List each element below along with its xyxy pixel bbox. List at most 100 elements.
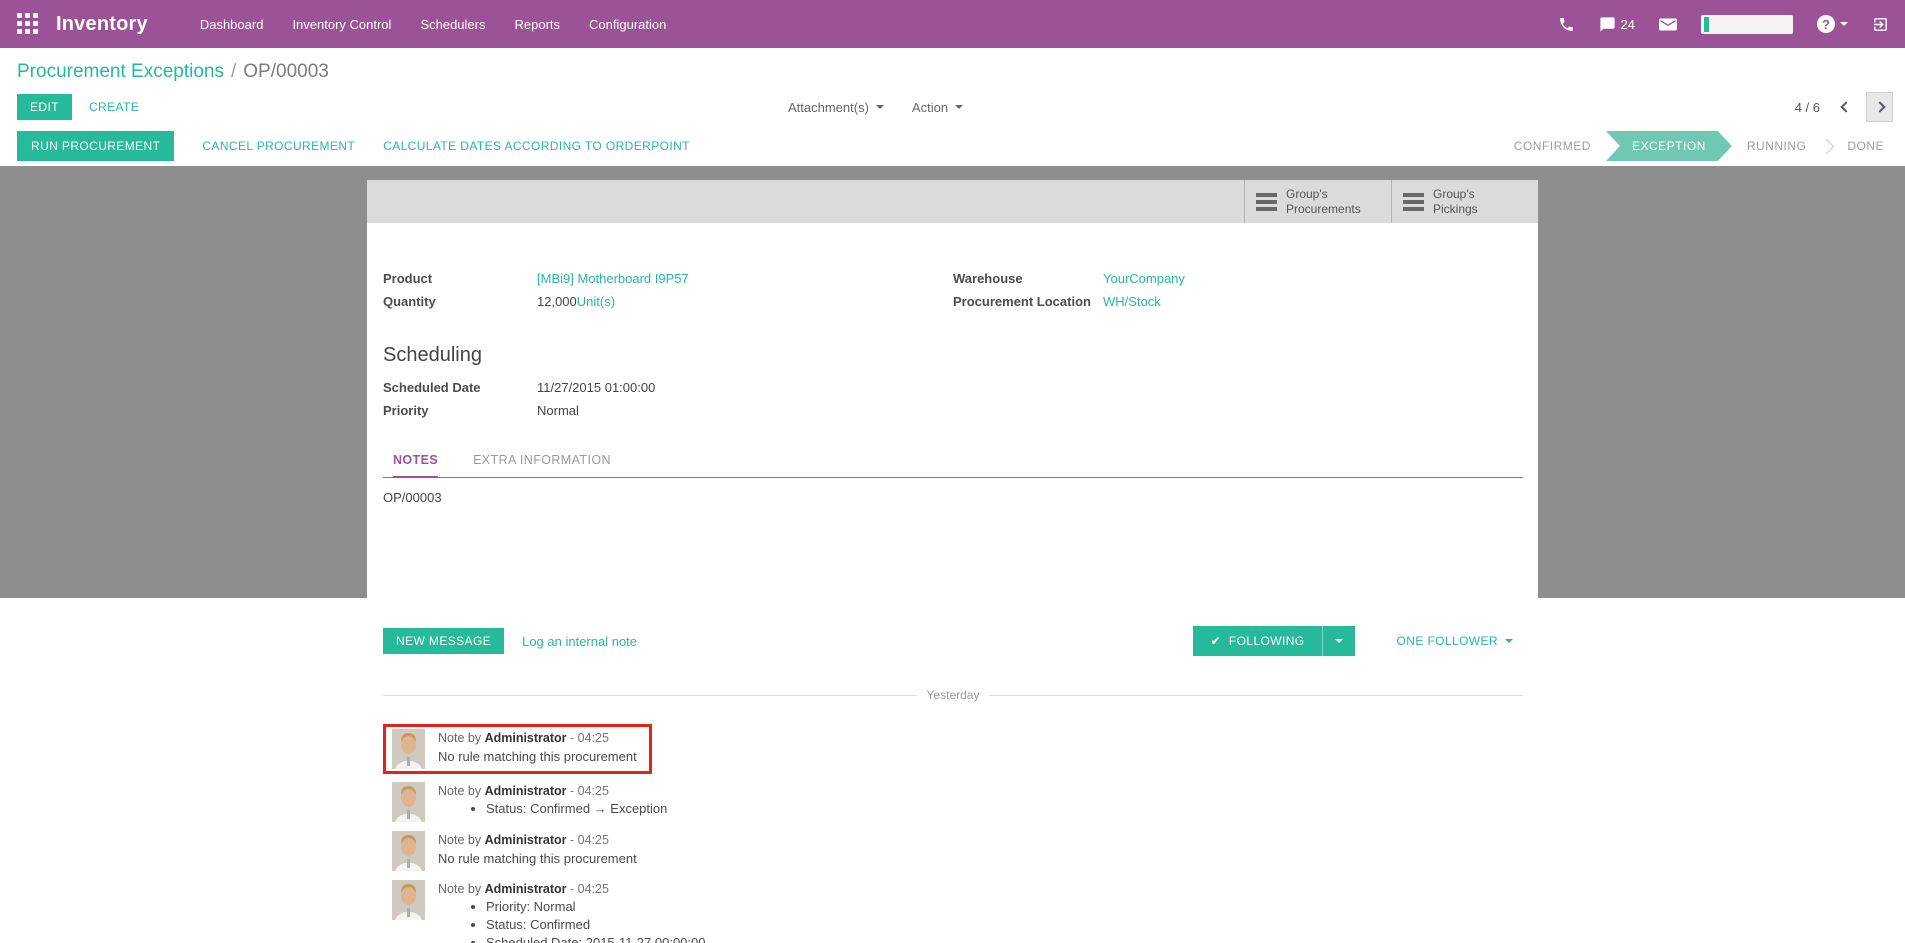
procurement-location-label: Procurement Location xyxy=(953,294,1103,309)
date-divider-label: Yesterday xyxy=(917,688,990,702)
menu-item-reports[interactable]: Reports xyxy=(514,17,560,32)
breadcrumb-separator: / xyxy=(231,61,236,82)
field-priority: Priority Normal xyxy=(383,403,1523,418)
date-divider: Yesterday xyxy=(383,688,1523,702)
menu-item-schedulers[interactable]: Schedulers xyxy=(420,17,485,32)
menu-item-configuration[interactable]: Configuration xyxy=(589,17,666,32)
pager-next-button[interactable] xyxy=(1866,92,1893,122)
note-prefix: Note by xyxy=(438,882,481,896)
right-field-group: Warehouse YourCompany Procurement Locati… xyxy=(953,271,1523,317)
create-button[interactable]: CREATE xyxy=(89,100,139,114)
priority-label: Priority xyxy=(383,403,537,418)
button-label-line2: Procurements xyxy=(1286,202,1361,216)
help-menu[interactable]: ? xyxy=(1817,15,1848,33)
following-button[interactable]: ✔ FOLLOWING xyxy=(1193,626,1354,656)
chat-bubble-icon xyxy=(1599,16,1616,33)
breadcrumb-current: OP/00003 xyxy=(243,61,329,82)
uom-value-link[interactable]: Unit(s) xyxy=(577,294,615,309)
notes-content: OP/00003 xyxy=(383,478,1523,505)
followers-label: ONE FOLLOWER xyxy=(1397,634,1498,648)
tracking-value: Priority: Normal xyxy=(486,899,705,914)
message-author[interactable]: Administrator xyxy=(485,833,567,847)
message: Note by Administrator - 04:25 Status: Co… xyxy=(392,782,1523,822)
edit-button[interactable]: EDIT xyxy=(17,94,72,120)
phone-icon[interactable] xyxy=(1558,16,1575,33)
chatter: NEW MESSAGE Log an internal note ✔ FOLLO… xyxy=(383,598,1523,943)
product-value-link[interactable]: [MBi9] Motherboard I9P57 xyxy=(537,271,689,286)
new-message-button[interactable]: NEW MESSAGE xyxy=(383,628,504,654)
tab-extra-information[interactable]: EXTRA INFORMATION xyxy=(473,453,611,477)
notebook-tabs: NOTES EXTRA INFORMATION xyxy=(383,453,1523,478)
avatar xyxy=(392,831,425,871)
tab-notes[interactable]: NOTES xyxy=(393,453,438,478)
avatar xyxy=(392,880,425,920)
message-time: - 04:25 xyxy=(570,833,609,847)
following-dropdown-toggle[interactable] xyxy=(1322,626,1355,656)
status-step-running[interactable]: RUNNING xyxy=(1734,139,1820,153)
top-navbar: Inventory Dashboard Inventory Control Sc… xyxy=(0,0,1905,48)
quantity-value: 12,000 xyxy=(537,294,577,309)
log-internal-note-link[interactable]: Log an internal note xyxy=(522,634,637,649)
status-step-confirmed[interactable]: CONFIRMED xyxy=(1501,139,1604,153)
scheduling-section-title: Scheduling xyxy=(383,344,1523,367)
form-buttons-row: RUN PROCUREMENT CANCEL PROCUREMENT CALCU… xyxy=(0,126,1905,166)
status-step-done[interactable]: DONE xyxy=(1834,139,1897,153)
messages-count: 24 xyxy=(1621,17,1635,32)
message-author[interactable]: Administrator xyxy=(485,882,567,896)
chevron-down-icon xyxy=(1335,639,1343,643)
field-procurement-location: Procurement Location WH/Stock xyxy=(953,294,1523,309)
message-author[interactable]: Administrator xyxy=(485,784,567,798)
mail-icon[interactable] xyxy=(1659,17,1677,32)
tracking-value: Scheduled Date: 2015-11-27 00:00:00 xyxy=(486,935,705,943)
user-menu[interactable] xyxy=(1701,15,1793,34)
messages-counter[interactable]: 24 xyxy=(1599,16,1635,33)
scheduled-date-value: 11/27/2015 01:00:00 xyxy=(537,380,655,395)
breadcrumb-parent[interactable]: Procurement Exceptions xyxy=(17,61,224,82)
logout-icon[interactable] xyxy=(1872,16,1889,33)
message-highlighted: Note by Administrator - 04:25 No rule ma… xyxy=(383,724,652,774)
action-dropdown[interactable]: Action xyxy=(912,100,963,115)
pager-previous-button[interactable] xyxy=(1836,92,1856,122)
list-icon xyxy=(1403,193,1424,211)
message-time: - 04:25 xyxy=(570,731,609,745)
menu-item-dashboard[interactable]: Dashboard xyxy=(200,17,264,32)
chevron-left-icon xyxy=(1840,101,1851,112)
button-label-line2: Pickings xyxy=(1433,202,1478,216)
avatar xyxy=(392,729,425,769)
procurement-location-value-link[interactable]: WH/Stock xyxy=(1103,294,1161,309)
attachments-dropdown[interactable]: Attachment(s) xyxy=(788,100,884,115)
chevron-separator-icon xyxy=(1819,138,1835,154)
field-scheduled-date: Scheduled Date 11/27/2015 01:00:00 xyxy=(383,380,1523,395)
status-step-exception-active[interactable]: EXCEPTION xyxy=(1606,131,1732,161)
followers-dropdown[interactable]: ONE FOLLOWER xyxy=(1397,634,1513,648)
form-sheet: Group's Procurements Group's Pickings Pr… xyxy=(367,180,1538,598)
control-panel: EDIT CREATE Attachment(s) Action 4 / 6 xyxy=(0,88,1905,126)
product-label: Product xyxy=(383,271,537,286)
apps-menu-icon[interactable] xyxy=(17,13,39,35)
button-label-line1: Group's xyxy=(1433,187,1475,201)
message: Note by Administrator - 04:25 Priority: … xyxy=(392,880,1523,943)
note-prefix: Note by xyxy=(438,833,481,847)
run-procurement-button[interactable]: RUN PROCUREMENT xyxy=(17,131,174,161)
cancel-procurement-button[interactable]: CANCEL PROCUREMENT xyxy=(188,131,355,161)
note-prefix: Note by xyxy=(438,784,481,798)
message: Note by Administrator - 04:25 No rule ma… xyxy=(392,831,1523,871)
warehouse-value-link[interactable]: YourCompany xyxy=(1103,271,1185,286)
check-icon: ✔ xyxy=(1210,634,1220,648)
field-product: Product [MBi9] Motherboard I9P57 xyxy=(383,271,953,286)
tracking-value: Status: Confirmed → Exception xyxy=(486,801,667,816)
calculate-dates-button[interactable]: CALCULATE DATES ACCORDING TO ORDERPOINT xyxy=(369,131,690,161)
priority-value: Normal xyxy=(537,403,579,418)
message-time: - 04:25 xyxy=(570,784,609,798)
chevron-down-icon xyxy=(1505,639,1513,643)
action-label: Action xyxy=(912,100,948,115)
warehouse-label: Warehouse xyxy=(953,271,1103,286)
form-view-background: Group's Procurements Group's Pickings Pr… xyxy=(0,166,1905,598)
button-label-line1: Group's xyxy=(1286,187,1328,201)
quantity-label: Quantity xyxy=(383,294,537,309)
message-body: No rule matching this procurement xyxy=(438,851,637,866)
groups-pickings-button[interactable]: Group's Pickings xyxy=(1391,180,1538,223)
message-author[interactable]: Administrator xyxy=(485,731,567,745)
groups-procurements-button[interactable]: Group's Procurements xyxy=(1244,180,1391,223)
menu-item-inventory-control[interactable]: Inventory Control xyxy=(292,17,391,32)
